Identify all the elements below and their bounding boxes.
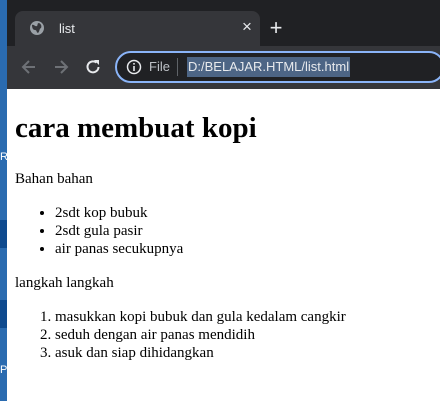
list-item: 2sdt gula pasir (55, 222, 183, 240)
ingredients-label: Bahan bahan (15, 171, 93, 187)
reload-icon (86, 60, 100, 74)
list-item: seduh dengan air panas mendidih (55, 326, 346, 344)
page-heading: cara membuat kopi (15, 112, 257, 144)
tab-list[interactable]: list × (15, 11, 260, 46)
page-content: cara membuat kopi Bahan bahan 2sdt kop b… (7, 89, 440, 401)
desktop-icon-fragment (0, 300, 7, 328)
omnibox-divider (177, 58, 178, 76)
list-item: masukkan kopi bubuk dan gula kedalam can… (55, 308, 346, 326)
address-bar[interactable]: File D:/BELAJAR.HTML/list.html (115, 51, 440, 83)
arrow-right-icon (55, 60, 69, 74)
globe-icon (29, 20, 45, 36)
reload-button[interactable] (83, 57, 103, 77)
desktop-label-fragment: P (0, 364, 7, 376)
tab-strip: list × + (7, 0, 440, 46)
new-tab-button[interactable]: + (266, 17, 286, 39)
arrow-left-icon (21, 60, 35, 74)
back-button[interactable] (19, 57, 39, 77)
tab-title: list (59, 21, 75, 36)
ingredients-list: 2sdt kop bubuk 2sdt gula pasir air panas… (15, 204, 183, 258)
steps-label: langkah langkah (15, 275, 114, 291)
scheme-label: File (149, 59, 170, 74)
browser-window: list × + File D:/BELAJAR.HTML/list.html … (7, 0, 440, 401)
list-item: air panas secukupnya (55, 240, 183, 258)
info-icon[interactable] (126, 59, 142, 75)
steps-list: masukkan kopi bubuk dan gula kedalam can… (15, 308, 346, 362)
list-item: 2sdt kop bubuk (55, 204, 183, 222)
list-item: asuk dan siap dihidangkan (55, 344, 346, 362)
desktop-icon-fragment (0, 220, 7, 248)
browser-toolbar: File D:/BELAJAR.HTML/list.html (7, 46, 440, 89)
close-tab-icon[interactable]: × (238, 18, 256, 36)
url-text[interactable]: D:/BELAJAR.HTML/list.html (187, 57, 351, 77)
forward-button[interactable] (51, 57, 71, 77)
desktop-label-fragment: Re (0, 151, 7, 163)
